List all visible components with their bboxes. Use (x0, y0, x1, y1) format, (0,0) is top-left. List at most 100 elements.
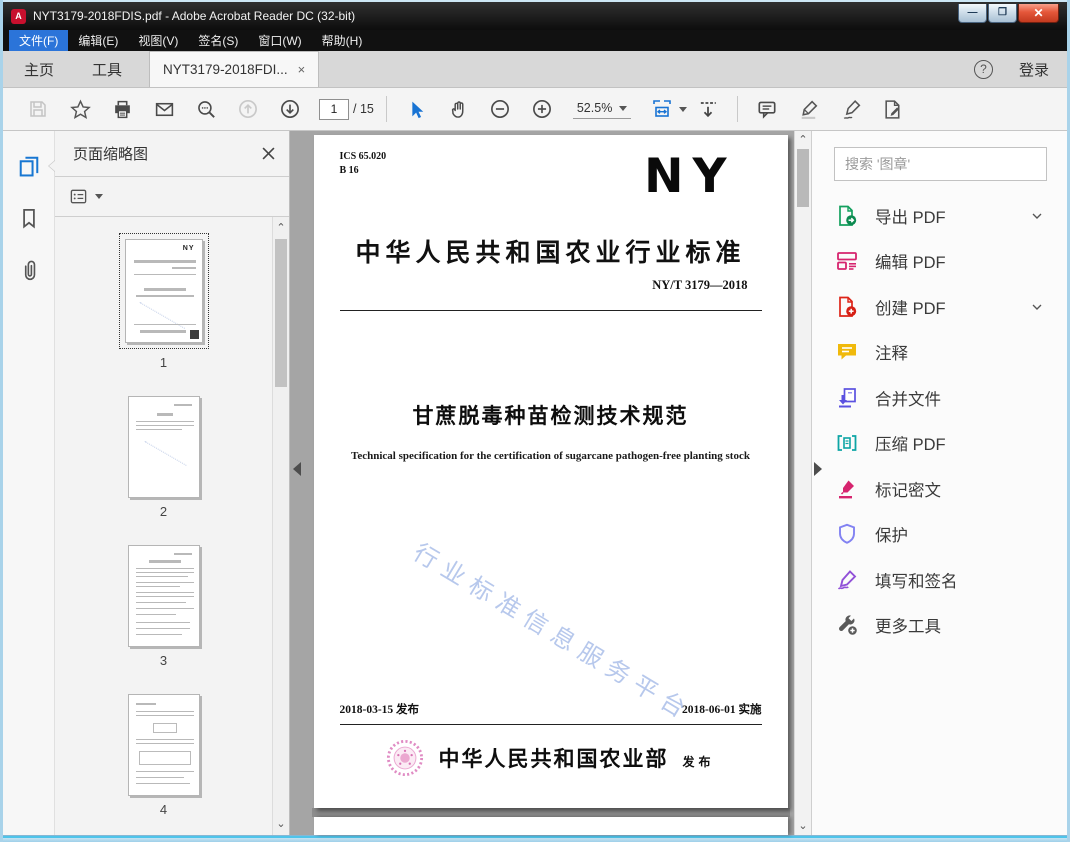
arrow-up-icon (239, 100, 257, 118)
chevron-down-icon[interactable] (1029, 299, 1045, 315)
thumbnail-page-1[interactable]: NY (118, 233, 209, 349)
toolbar-separator (737, 96, 739, 122)
hand-icon (452, 100, 464, 118)
window-frame-bottom (3, 835, 1067, 842)
tools-search-input[interactable] (834, 147, 1047, 181)
panel-close-icon[interactable] (262, 147, 275, 160)
thumbnail-scrollbar[interactable]: ⌃ ⌄ (272, 217, 289, 835)
scrollbar-thumb[interactable] (275, 239, 287, 387)
minimize-button[interactable]: — (958, 3, 987, 23)
email-button[interactable] (147, 92, 181, 126)
tool-label: 导出 PDF (875, 208, 946, 227)
document-title-en: Technical specification for the certific… (351, 450, 750, 462)
menu-bar: 文件(F) 编辑(E) 视图(V) 签名(S) 窗口(W) 帮助(H) (3, 30, 1067, 51)
pdf-page-2-edge (313, 817, 788, 835)
thumbnail-page-2[interactable] (127, 396, 200, 498)
hand-tool-button[interactable] (441, 92, 475, 126)
title-bar[interactable]: A NYT3179-2018FDIS.pdf - Adobe Acrobat R… (3, 2, 1067, 30)
tool-more-tools[interactable]: 更多工具 (834, 603, 1047, 649)
maximize-button[interactable]: ❐ (988, 3, 1017, 23)
thumbnail-options-button[interactable] (55, 177, 289, 217)
tool-combine-files[interactable]: 合并文件 (834, 375, 1047, 421)
scrollbar-thumb[interactable] (797, 149, 809, 207)
attachments-pane-button[interactable] (14, 255, 44, 285)
tab-home[interactable]: 主页 (7, 51, 71, 87)
chevron-down-icon[interactable] (1029, 208, 1045, 224)
zoom-level-select[interactable]: 52.5% (572, 99, 632, 119)
tool-fill-sign[interactable]: 填写和签名 (834, 557, 1047, 603)
scroll-mode-icon (701, 102, 717, 118)
menu-view[interactable]: 视图(V) (128, 30, 188, 51)
search-button[interactable] (189, 92, 223, 126)
search-icon (197, 100, 215, 118)
scroll-mode-button[interactable] (691, 92, 725, 126)
chevron-down-icon (619, 105, 628, 111)
tab-tools[interactable]: 工具 (75, 51, 139, 87)
menu-sign[interactable]: 签名(S) (188, 30, 248, 51)
save-icon (30, 101, 46, 117)
tool-label: 合并文件 (875, 390, 941, 409)
fill-sign-tool-button[interactable] (834, 92, 868, 126)
tool-compress-pdf[interactable]: 压缩 PDF (834, 421, 1047, 467)
thumbnail-page-4-preview (127, 694, 200, 796)
tool-edit-pdf[interactable]: 编辑 PDF (834, 239, 1047, 285)
scroll-down-icon[interactable]: ⌄ (276, 819, 286, 830)
tool-export-pdf[interactable]: 导出 PDF (834, 193, 1047, 239)
help-icon[interactable]: ? (973, 59, 993, 79)
menu-file[interactable]: 文件(F) (9, 30, 69, 51)
page-thumbnails-panel: 页面缩略图 NY 1 2 3 4 ⌃ ⌄ (55, 131, 290, 835)
tool-protect[interactable]: 保护 (834, 512, 1047, 558)
fill-sign-icon (834, 568, 860, 592)
print-button[interactable] (105, 92, 139, 126)
highlight-tool-button[interactable] (792, 92, 826, 126)
redact-icon (834, 477, 860, 501)
menu-edit[interactable]: 编辑(E) (68, 30, 128, 51)
chevron-down-icon[interactable] (679, 106, 688, 112)
page-thumbnails-pane-button[interactable] (14, 151, 56, 181)
panel-title: 页面缩略图 (73, 146, 149, 163)
zoom-out-button[interactable] (483, 92, 517, 126)
login-button[interactable]: 登录 (1019, 59, 1049, 80)
collapse-right-panel-handle[interactable] (814, 461, 822, 476)
page-number-input[interactable] (319, 98, 349, 120)
menu-window[interactable]: 窗口(W) (248, 30, 311, 51)
tab-close-icon[interactable]: × (298, 62, 306, 77)
menu-help[interactable]: 帮助(H) (312, 30, 373, 51)
navigation-pane-strip (3, 131, 56, 835)
tool-redact[interactable]: 标记密文 (834, 466, 1047, 512)
thumbnail-page-4[interactable] (127, 694, 200, 796)
create-pdf-icon (834, 295, 860, 319)
select-tool-button[interactable] (399, 92, 433, 126)
page-total-label: / 15 (353, 102, 374, 116)
page-gap (311, 808, 790, 817)
save-button[interactable] (21, 92, 55, 126)
standard-logo: NY (644, 149, 736, 204)
tab-document[interactable]: NYT3179-2018FDI... × (149, 51, 320, 87)
next-page-button[interactable] (273, 92, 307, 126)
scroll-down-icon[interactable]: ⌄ (798, 821, 808, 832)
collapse-left-panel-handle[interactable] (293, 461, 301, 476)
close-button[interactable]: ✕ (1018, 3, 1059, 23)
page-fit-button[interactable] (645, 92, 679, 126)
bookmarks-pane-button[interactable] (14, 203, 44, 233)
more-tools-toolbar-button[interactable] (876, 92, 910, 126)
scroll-up-icon[interactable]: ⌃ (276, 223, 286, 234)
star-button[interactable] (63, 92, 97, 126)
publish-label: 发布 (682, 754, 715, 769)
tool-comment[interactable]: 注释 (834, 330, 1047, 376)
tool-label: 保护 (875, 527, 908, 546)
fountain-pen-icon (843, 99, 861, 119)
tool-create-pdf[interactable]: 创建 PDF (834, 284, 1047, 330)
previous-page-button[interactable] (231, 92, 265, 126)
zoom-in-button[interactable] (525, 92, 559, 126)
document-scrollbar[interactable]: ⌃ ⌄ (794, 131, 811, 835)
close-icon: ✕ (1033, 5, 1044, 20)
more-tools-icon (834, 613, 860, 637)
thumbnail-page-3[interactable] (127, 545, 200, 647)
scroll-up-icon[interactable]: ⌃ (798, 135, 808, 146)
document-view[interactable]: ICS 65.020 B 16 NY 中华人民共和国农业行业标准 NY/T 31… (290, 131, 811, 835)
tool-label: 压缩 PDF (875, 436, 946, 455)
zoom-level-value: 52.5% (576, 101, 613, 115)
thumbnail-number: 4 (159, 802, 168, 817)
comment-tool-button[interactable] (750, 92, 784, 126)
